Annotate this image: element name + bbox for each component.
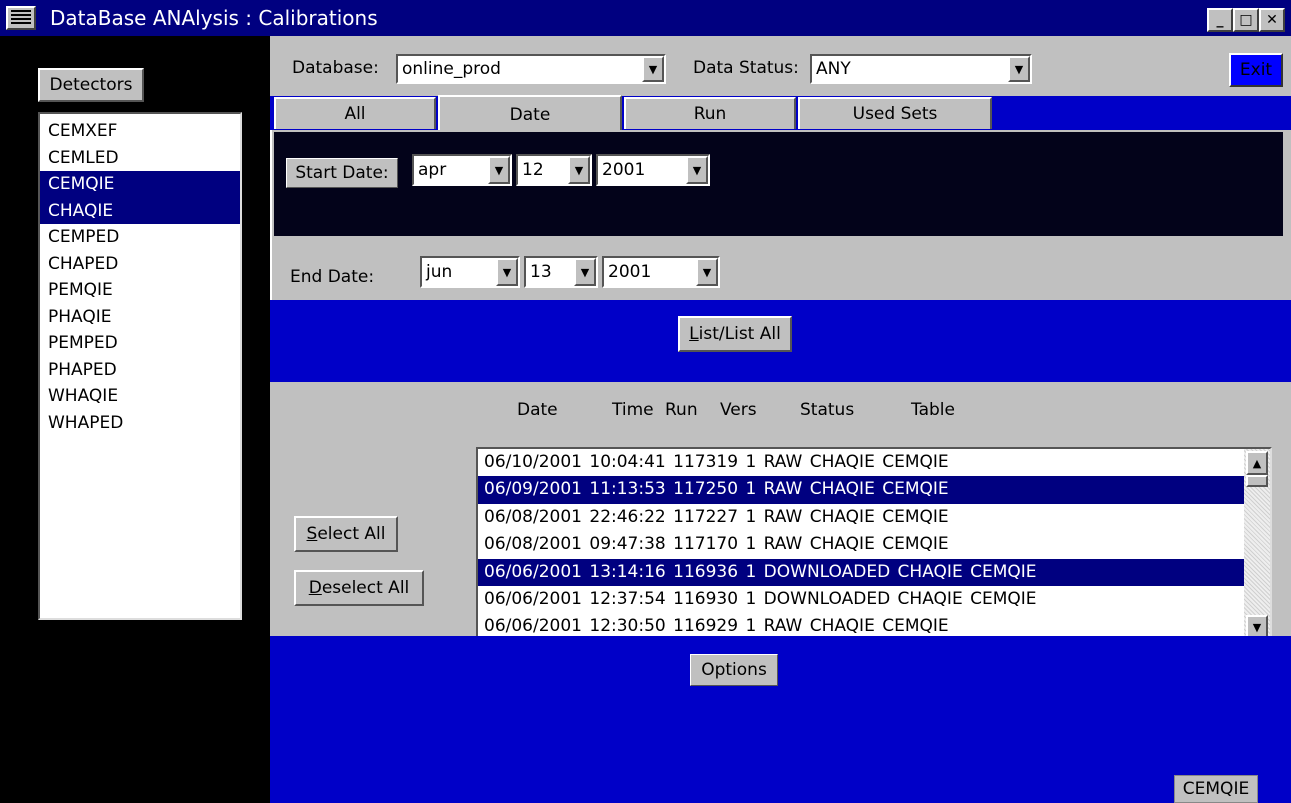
current-detector-tag: CEMQIE <box>1174 775 1258 803</box>
chevron-down-icon[interactable]: ▼ <box>696 258 718 286</box>
column-header-vers: Vers <box>720 400 757 420</box>
end-month-value: jun <box>426 262 453 282</box>
bottom-panel <box>270 636 1291 803</box>
deselect-all-label: eselect All <box>321 578 410 598</box>
database-value: online_prod <box>402 59 501 79</box>
detector-item[interactable]: PHAPED <box>40 357 240 384</box>
end-month-select[interactable]: jun ▼ <box>420 256 520 288</box>
detector-item[interactable]: PEMPED <box>40 330 240 357</box>
close-button[interactable]: ✕ <box>1259 8 1285 32</box>
chevron-down-icon[interactable]: ▼ <box>488 156 510 184</box>
scroll-up-icon[interactable]: ▲ <box>1246 451 1268 475</box>
table-row[interactable]: 06/06/2001 13:14:16 116936 1 DOWNLOADED … <box>478 558 1244 586</box>
deselect-all-mnemonic: D <box>308 578 322 598</box>
column-header-run: Run <box>665 400 698 420</box>
table-row[interactable]: 06/06/2001 12:30:50 116929 1 RAW CHAQIE … <box>478 613 1244 636</box>
start-year-value: 2001 <box>602 160 646 180</box>
table-row[interactable]: 06/09/2001 11:13:53 117250 1 RAW CHAQIE … <box>478 476 1244 504</box>
detector-item[interactable]: CEMPED <box>40 224 240 251</box>
detector-item[interactable]: CHAPED <box>40 251 240 278</box>
options-button[interactable]: Options <box>690 654 778 686</box>
data-status-label: Data Status: <box>693 58 799 78</box>
select-all-mnemonic: S <box>306 524 318 544</box>
detector-item[interactable]: WHAQIE <box>40 383 240 410</box>
detector-item[interactable]: CHAQIE <box>40 197 240 224</box>
deselect-all-button[interactable]: Deselect All <box>294 570 424 606</box>
table-row[interactable]: 06/08/2001 22:46:22 117227 1 RAW CHAQIE … <box>478 504 1244 531</box>
column-header-date: Date <box>517 400 558 420</box>
start-day-select[interactable]: 12 ▼ <box>516 154 592 186</box>
list-all-button[interactable]: List/List All <box>678 316 792 352</box>
window-title: DataBase ANAlysis : Calibrations <box>50 6 378 30</box>
end-year-value: 2001 <box>608 262 652 282</box>
tab-run[interactable]: Run <box>624 97 796 129</box>
column-header-table: Table <box>911 400 955 420</box>
start-date-label: Start Date: <box>286 158 398 188</box>
results-rows: 06/10/2001 10:04:41 117319 1 RAW CHAQIE … <box>478 449 1270 636</box>
chevron-down-icon[interactable]: ▼ <box>568 156 590 184</box>
results-list[interactable]: 06/10/2001 10:04:41 117319 1 RAW CHAQIE … <box>476 447 1272 636</box>
list-label: ist/List All <box>698 324 781 344</box>
column-header-status: Status <box>800 400 855 420</box>
chevron-down-icon[interactable]: ▼ <box>496 258 518 286</box>
end-day-value: 13 <box>530 262 552 282</box>
chevron-down-icon[interactable]: ▼ <box>686 156 708 184</box>
detector-list[interactable]: CEMXEF CEMLED CEMQIE CHAQIE CEMPED CHAPED PEMQ… <box>38 112 242 620</box>
data-status-value: ANY <box>816 59 851 79</box>
chevron-down-icon[interactable]: ▼ <box>1008 56 1030 82</box>
table-row[interactable]: 06/10/2001 10:04:41 117319 1 RAW CHAQIE … <box>478 449 1244 476</box>
detector-item[interactable]: CEMXEF <box>40 118 240 145</box>
tab-date[interactable]: Date <box>438 95 622 133</box>
scroll-down-icon[interactable]: ▼ <box>1246 615 1268 636</box>
end-date-label: End Date: <box>290 267 375 287</box>
start-month-value: apr <box>418 160 447 180</box>
database-label: Database: <box>292 58 379 78</box>
vertical-scrollbar[interactable]: ▲ ▼ <box>1244 449 1270 636</box>
start-month-select[interactable]: apr ▼ <box>412 154 512 186</box>
maximize-button[interactable]: □ <box>1233 8 1259 32</box>
window-menu-icon[interactable] <box>6 6 36 30</box>
tab-used-sets[interactable]: Used Sets <box>798 97 992 129</box>
minimize-button[interactable]: _ <box>1207 8 1233 32</box>
chevron-down-icon[interactable]: ▼ <box>642 56 664 82</box>
exit-button[interactable]: Exit <box>1229 53 1283 87</box>
detector-item[interactable]: CEMLED <box>40 145 240 172</box>
detector-item[interactable]: WHAPED <box>40 410 240 437</box>
database-select[interactable]: online_prod ▼ <box>396 54 666 84</box>
end-day-select[interactable]: 13 ▼ <box>524 256 598 288</box>
data-status-select[interactable]: ANY ▼ <box>810 54 1032 84</box>
title-bar: DataBase ANAlysis : Calibrations _ □ ✕ <box>0 0 1291 36</box>
list-mnemonic: L <box>689 324 699 344</box>
detector-item[interactable]: CEMQIE <box>40 171 240 198</box>
start-day-value: 12 <box>522 160 544 180</box>
select-all-label: elect All <box>317 524 386 544</box>
detector-item[interactable]: PHAQIE <box>40 304 240 331</box>
table-row[interactable]: 06/06/2001 12:37:54 116930 1 DOWNLOADED … <box>478 586 1244 613</box>
detectors-button[interactable]: Detectors <box>38 68 144 102</box>
end-year-select[interactable]: 2001 ▼ <box>602 256 720 288</box>
tab-all[interactable]: All <box>274 97 436 129</box>
table-row[interactable]: 06/08/2001 09:47:38 117170 1 RAW CHAQIE … <box>478 531 1244 558</box>
start-year-select[interactable]: 2001 ▼ <box>596 154 710 186</box>
detector-item[interactable]: PEMQIE <box>40 277 240 304</box>
chevron-down-icon[interactable]: ▼ <box>574 258 596 286</box>
scroll-thumb[interactable] <box>1246 475 1268 487</box>
column-header-time: Time <box>612 400 654 420</box>
select-all-button[interactable]: Select All <box>294 516 398 552</box>
